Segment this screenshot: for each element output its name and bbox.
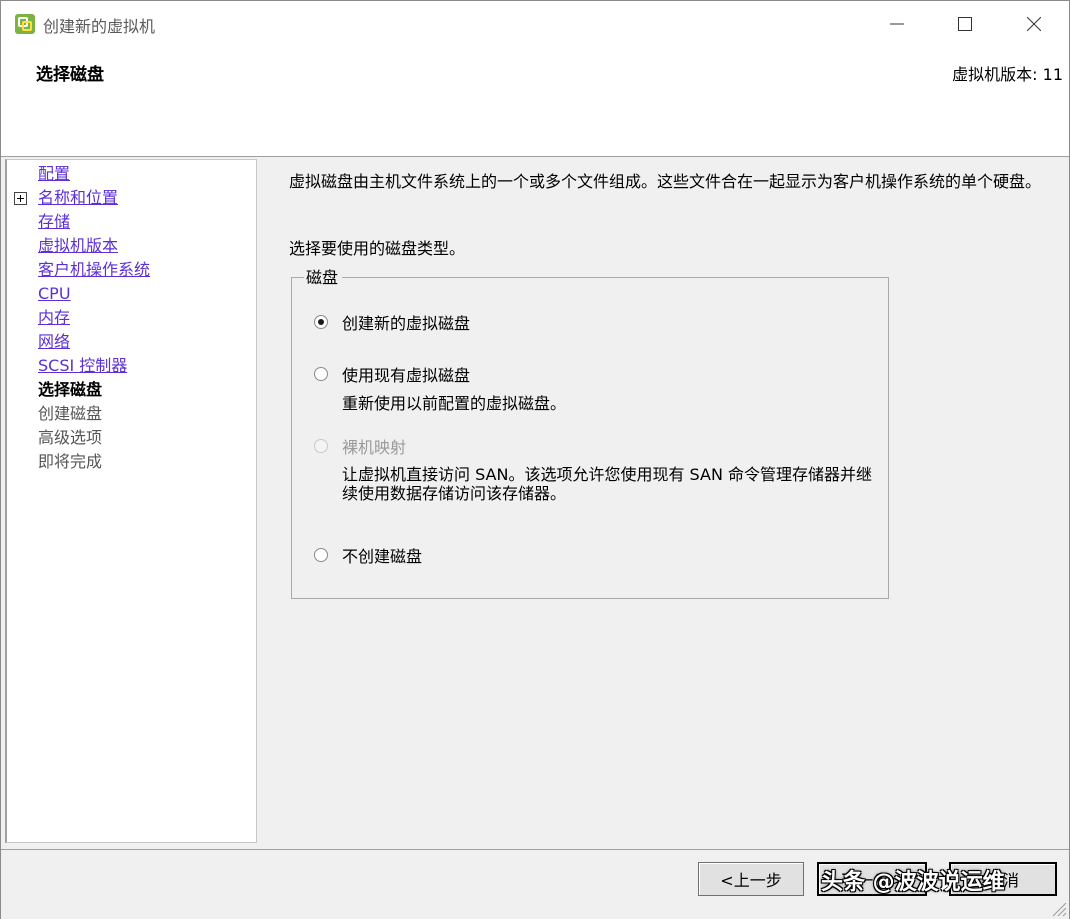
nav-step-select-disk: 选择磁盘 xyxy=(38,380,103,399)
watermark: 头条 @波波说运维 xyxy=(821,870,1005,895)
minimize-icon xyxy=(890,23,904,25)
nav-step-memory[interactable]: 内存 xyxy=(38,306,70,330)
disk-type-prompt: 选择要使用的磁盘类型。 xyxy=(289,239,466,258)
create-vm-dialog: 创建新的虚拟机 选择磁盘 虚拟机版本: 11 配置 名称和位置 存储 虚拟机版本… xyxy=(0,0,1070,919)
back-button[interactable]: <上一步 xyxy=(698,862,804,896)
nav-step-guest-os[interactable]: 客户机操作系统 xyxy=(38,258,150,282)
option-raw-device-mapping: 裸机映射 xyxy=(314,434,406,458)
nav-step-storage[interactable]: 存储 xyxy=(38,210,70,234)
nav-step-name-location[interactable]: 名称和位置 xyxy=(38,186,118,210)
option-no-disk[interactable]: 不创建磁盘 xyxy=(314,543,422,567)
minimize-button[interactable] xyxy=(864,1,930,47)
expand-icon[interactable] xyxy=(14,192,27,205)
vm-version-label: 虚拟机版本: 11 xyxy=(952,65,1063,84)
radio-raw-device-mapping xyxy=(314,439,328,453)
option-label: 创建新的虚拟磁盘 xyxy=(342,314,471,333)
close-icon xyxy=(1027,17,1041,31)
group-label: 磁盘 xyxy=(304,268,343,288)
nav-step-cpu[interactable]: CPU xyxy=(38,282,71,306)
window-title: 创建新的虚拟机 xyxy=(43,17,156,36)
nav-step-config[interactable]: 配置 xyxy=(38,162,70,186)
option-description: 让虚拟机直接访问 SAN。该选项允许您使用现有 SAN 命令管理存储器并继续使用… xyxy=(342,465,872,503)
wizard-steps-panel: 配置 名称和位置 存储 虚拟机版本 客户机操作系统 CPU 内存 网络 SCSI… xyxy=(5,159,257,843)
disk-options-group: 磁盘 创建新的虚拟磁盘 使用现有虚拟磁盘 重新使用以前配置的虚拟磁盘。 裸机映射… xyxy=(291,268,889,599)
option-create-new-disk[interactable]: 创建新的虚拟磁盘 xyxy=(314,310,470,334)
maximize-icon xyxy=(958,17,972,31)
option-use-existing-disk[interactable]: 使用现有虚拟磁盘 xyxy=(314,362,470,386)
wizard-footer: <上一步 下一步> 取消 头条 @波波说运维 xyxy=(1,849,1069,919)
disk-description: 虚拟磁盘由主机文件系统上的一个或多个文件组成。这些文件合在一起显示为客户机操作系… xyxy=(289,172,1042,191)
maximize-button[interactable] xyxy=(932,1,998,47)
wizard-header: 选择磁盘 虚拟机版本: 11 xyxy=(1,47,1069,157)
option-label: 裸机映射 xyxy=(342,438,407,457)
radio-use-existing-disk[interactable] xyxy=(314,367,328,381)
nav-step-scsi-controller[interactable]: SCSI 控制器 xyxy=(38,354,127,378)
option-label: 使用现有虚拟磁盘 xyxy=(342,366,471,385)
radio-no-disk[interactable] xyxy=(314,548,328,562)
nav-step-advanced-options: 高级选项 xyxy=(38,428,103,447)
page-title: 选择磁盘 xyxy=(36,65,104,85)
resize-grip-icon[interactable] xyxy=(1049,899,1067,917)
nav-step-vm-version[interactable]: 虚拟机版本 xyxy=(38,234,118,258)
radio-create-new-disk[interactable] xyxy=(314,315,328,329)
vsphere-app-icon xyxy=(15,14,35,34)
close-button[interactable] xyxy=(1001,1,1067,47)
option-label: 不创建磁盘 xyxy=(342,547,423,566)
title-bar: 创建新的虚拟机 xyxy=(1,1,1069,47)
nav-step-network[interactable]: 网络 xyxy=(38,330,70,354)
main-content: 虚拟磁盘由主机文件系统上的一个或多个文件组成。这些文件合在一起显示为客户机操作系… xyxy=(259,159,1069,849)
nav-step-create-disk: 创建磁盘 xyxy=(38,404,103,423)
option-description: 重新使用以前配置的虚拟磁盘。 xyxy=(342,394,567,413)
nav-step-ready-to-complete: 即将完成 xyxy=(38,452,103,471)
